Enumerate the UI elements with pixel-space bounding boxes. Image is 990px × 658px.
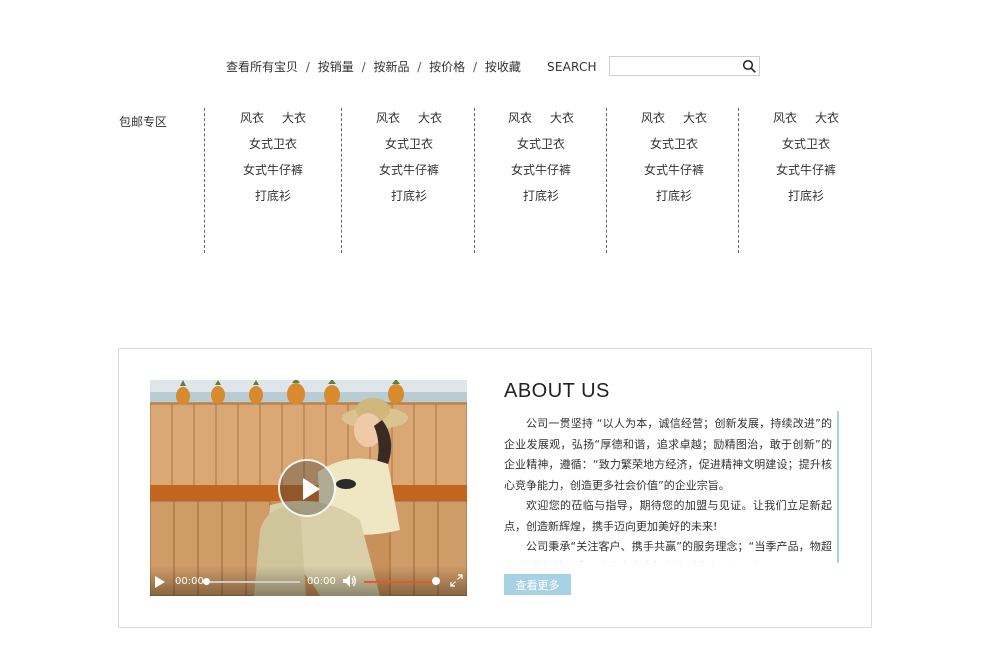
category-link-coat[interactable]: 大衣 <box>683 111 707 125</box>
search-label: SEARCH <box>547 60 597 74</box>
separator: / <box>473 60 478 74</box>
category-column: 风衣 大衣 女式卫衣 女式牛仔裤 打底衫 <box>614 110 734 214</box>
volume-handle[interactable] <box>432 577 440 585</box>
separator: / <box>361 60 366 74</box>
about-scrollbar[interactable] <box>837 411 839 563</box>
category-link-base-shirt[interactable]: 打底衫 <box>746 188 866 214</box>
category-link-coat[interactable]: 大衣 <box>815 111 839 125</box>
category-link-jeans[interactable]: 女式牛仔裤 <box>481 162 601 188</box>
volume-slider[interactable] <box>364 581 436 583</box>
category-link-windbreaker[interactable]: 风衣 <box>376 111 400 125</box>
fullscreen-icon[interactable] <box>450 574 463 587</box>
about-paragraph: 欢迎您的莅临与指导，期待您的加盟与见证。让我们立足新起点，创造新辉煌，携手迈向更… <box>504 499 832 533</box>
category-link-hoodie[interactable]: 女式卫衣 <box>213 136 333 162</box>
progress-handle[interactable] <box>203 578 210 585</box>
category-link-windbreaker[interactable]: 风衣 <box>773 111 797 125</box>
category-column: 风衣 大衣 女式卫衣 女式牛仔裤 打底衫 <box>481 110 601 214</box>
search-input[interactable] <box>610 59 746 78</box>
category-link-windbreaker[interactable]: 风衣 <box>240 111 264 125</box>
category-link-base-shirt[interactable]: 打底衫 <box>481 188 601 214</box>
separator: / <box>305 60 310 74</box>
category-link-jeans[interactable]: 女式牛仔裤 <box>614 162 734 188</box>
about-paragraph: 公司秉承“关注客户、携手共赢”的服务理念；“当季产品，物超所值”的经营理念，为广… <box>504 540 832 562</box>
sort-by-favorites-link[interactable]: 按收藏 <box>485 60 521 74</box>
category-link-base-shirt[interactable]: 打底衫 <box>614 188 734 214</box>
about-paragraph: 公司一贯坚持 “以人为本，诚信经营；创新发展，持续改进”的企业发展观，弘扬“厚德… <box>504 417 832 492</box>
category-column: 风衣 大衣 女式卫衣 女式牛仔裤 打底衫 <box>213 110 333 214</box>
category-link-hoodie[interactable]: 女式卫衣 <box>746 136 866 162</box>
category-link-jeans[interactable]: 女式牛仔裤 <box>349 162 469 188</box>
sort-by-price-link[interactable]: 按价格 <box>429 60 465 74</box>
search-box <box>609 56 760 78</box>
category-link-base-shirt[interactable]: 打底衫 <box>213 188 333 214</box>
play-button[interactable] <box>278 459 336 517</box>
category-link-jeans[interactable]: 女式牛仔裤 <box>213 162 333 188</box>
about-text: 公司一贯坚持 “以人为本，诚信经营；创新发展，持续改进”的企业发展观，弘扬“厚德… <box>504 414 832 562</box>
category-column: 风衣 大衣 女式卫衣 女式牛仔裤 打底衫 <box>746 110 866 214</box>
category-link-windbreaker[interactable]: 风衣 <box>641 111 665 125</box>
category-link-base-shirt[interactable]: 打底衫 <box>349 188 469 214</box>
video-player[interactable]: 00:00 00:00 <box>150 380 467 596</box>
free-shipping-link[interactable]: 包邮专区 <box>119 113 167 130</box>
video-controls: 00:00 00:00 <box>150 566 467 596</box>
play-icon[interactable] <box>155 576 165 588</box>
sort-by-new-link[interactable]: 按新品 <box>373 60 409 74</box>
sort-navigation: 查看所有宝贝 / 按销量 / 按新品 / 按价格 / 按收藏 <box>226 58 521 75</box>
total-time: 00:00 <box>307 576 336 587</box>
category-link-windbreaker[interactable]: 风衣 <box>508 111 532 125</box>
column-divider <box>738 108 739 253</box>
column-divider <box>204 108 205 253</box>
about-title: ABOUT US <box>504 380 610 402</box>
category-link-hoodie[interactable]: 女式卫衣 <box>614 136 734 162</box>
view-more-button[interactable]: 查看更多 <box>504 574 571 595</box>
sort-by-sales-link[interactable]: 按销量 <box>318 60 354 74</box>
progress-bar[interactable] <box>205 581 300 583</box>
category-link-hoodie[interactable]: 女式卫衣 <box>481 136 601 162</box>
column-divider <box>606 108 607 253</box>
category-link-coat[interactable]: 大衣 <box>418 111 442 125</box>
current-time: 00:00 <box>175 576 204 587</box>
search-icon[interactable] <box>742 59 756 73</box>
separator: / <box>417 60 422 74</box>
browse-all-link[interactable]: 查看所有宝贝 <box>226 60 298 74</box>
category-column: 风衣 大衣 女式卫衣 女式牛仔裤 打底衫 <box>349 110 469 214</box>
category-link-jeans[interactable]: 女式牛仔裤 <box>746 162 866 188</box>
column-divider <box>341 108 342 253</box>
category-link-coat[interactable]: 大衣 <box>282 111 306 125</box>
column-divider <box>474 108 475 253</box>
category-link-coat[interactable]: 大衣 <box>550 111 574 125</box>
category-link-hoodie[interactable]: 女式卫衣 <box>349 136 469 162</box>
volume-icon[interactable] <box>343 575 357 587</box>
